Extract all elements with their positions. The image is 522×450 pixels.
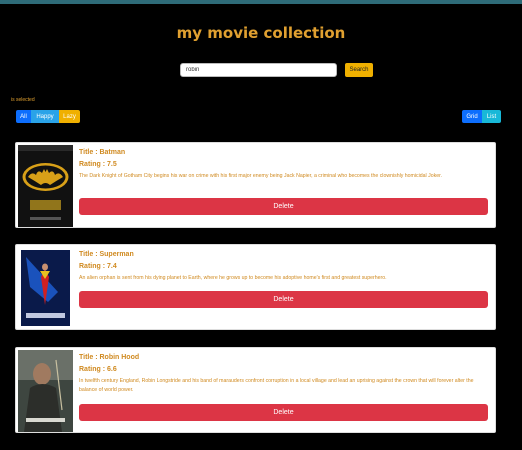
movie-card: Title : Superman Rating : 7.4 An alien o… [15,244,496,330]
movie-description: The Dark Knight of Gotham City begins hi… [79,173,442,179]
movie-rating: Rating : 7.4 [79,263,117,270]
search-button[interactable]: Search [345,63,373,77]
view-grid-button[interactable]: Grid [462,110,482,123]
movie-card: Title : Robin Hood Rating : 6.6 In twelf… [15,347,496,433]
view-list-button[interactable]: List [482,110,501,123]
view-button-group: Grid List [462,110,501,123]
filter-all-button[interactable]: All [16,110,31,123]
movie-title: Title : Batman [79,149,126,156]
filter-lazy-button[interactable]: Lazy [59,110,80,123]
top-accent-bar [0,0,522,4]
filter-button-group: All Happy Lazy [16,110,80,123]
search-input[interactable] [180,63,337,77]
movie-title: Title : Superman [79,251,134,258]
selected-filter-text: is selected [11,97,35,103]
delete-button[interactable]: Delete [79,291,488,308]
movie-card: Title : Batman Rating : 7.5 The Dark Kni… [15,142,496,228]
movie-description: An alien orphan is sent from his dying p… [79,275,387,281]
filter-happy-button[interactable]: Happy [31,110,59,123]
movie-description: In twelfth century England, Robin Longst… [79,378,474,393]
movie-poster-image [18,247,73,329]
movie-rating: Rating : 7.5 [79,161,117,168]
movie-title: Title : Robin Hood [79,354,140,361]
movie-poster-image [18,145,73,227]
delete-button[interactable]: Delete [79,404,488,421]
movie-rating: Rating : 6.6 [79,366,117,373]
delete-button[interactable]: Delete [79,198,488,215]
page-title: my movie collection [176,24,346,42]
movie-poster-image [18,350,73,432]
